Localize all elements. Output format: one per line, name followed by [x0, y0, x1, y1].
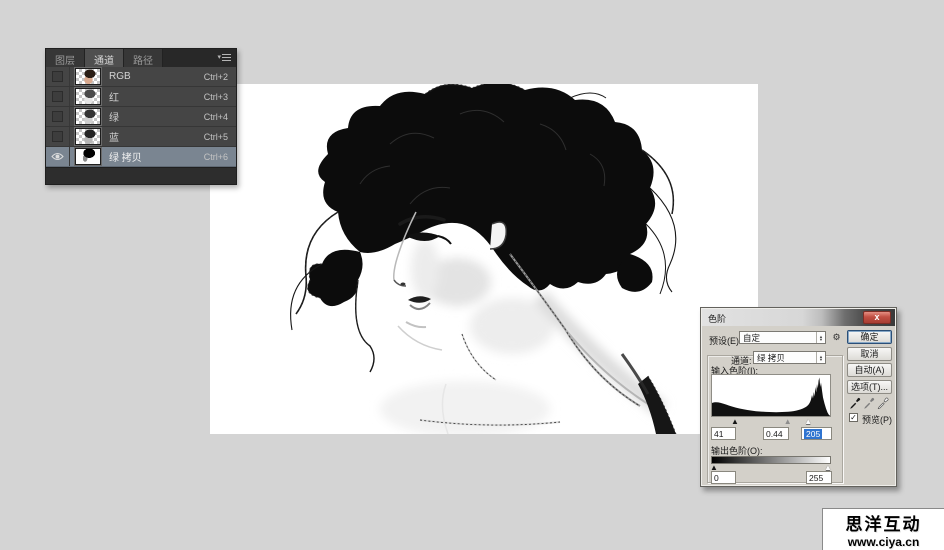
channel-label: 红 [109, 89, 119, 104]
tab-channels[interactable]: 通道 [85, 49, 124, 67]
channel-label: 绿 拷贝 [109, 149, 142, 164]
auto-button[interactable]: 自动(A) [847, 363, 892, 377]
black-point-eyedropper-icon[interactable] [849, 397, 861, 409]
dialog-title-bar[interactable]: 色阶 x [702, 309, 895, 326]
channel-shortcut: Ctrl+4 [204, 112, 228, 122]
panel-menu-icon[interactable]: ▾ [217, 53, 231, 61]
watermark-url: www.ciya.cn [848, 535, 920, 549]
levels-histogram[interactable] [711, 374, 831, 417]
input-slider-track: ▲ ▲ ▲ [711, 418, 831, 427]
channel-row-blue[interactable]: 蓝 Ctrl+5 [46, 127, 236, 147]
channel-row-rgb[interactable]: RGB Ctrl+2 [46, 67, 236, 87]
input-gamma-slider[interactable]: ▲ [784, 417, 792, 426]
channel-shortcut: Ctrl+2 [204, 72, 228, 82]
channel-label: 蓝 [109, 129, 119, 144]
document-canvas[interactable] [210, 84, 758, 434]
input-white-slider[interactable]: ▲ [804, 417, 812, 426]
channel-label: RGB [109, 71, 131, 82]
histogram-plot [712, 375, 830, 416]
panel-footer [46, 167, 236, 184]
visibility-toggle[interactable] [52, 131, 63, 142]
levels-dialog: 色阶 x 预设(E): 自定 ▲▼ ⚙ 确定 取消 自动(A) 选项(T)...… [700, 307, 897, 487]
visibility-cell[interactable] [46, 87, 70, 106]
close-icon[interactable]: x [863, 311, 891, 324]
dialog-title: 色阶 [708, 312, 726, 325]
channel-row-green[interactable]: 绿 Ctrl+4 [46, 107, 236, 127]
visibility-cell[interactable] [46, 67, 70, 86]
ok-button[interactable]: 确定 [847, 330, 892, 344]
portrait-image [210, 84, 758, 434]
input-black-slider[interactable]: ▲ [731, 417, 739, 426]
channels-panel: 图层 通道 路径 ▾ RGB Ctrl+2 红 Ctrl+3 绿 Ctrl+4 [45, 48, 237, 185]
site-watermark: 思洋互动 www.ciya.cn [822, 508, 944, 550]
eye-icon[interactable] [51, 152, 64, 161]
preset-value: 自定 [740, 332, 816, 344]
channel-shortcut: Ctrl+5 [204, 132, 228, 142]
preset-label: 预设(E): [709, 334, 742, 347]
channel-thumbnail[interactable] [75, 148, 101, 165]
menu-bars-icon [222, 54, 231, 61]
output-gradient-bar [711, 456, 831, 464]
stepper-icon[interactable]: ▲▼ [816, 332, 825, 343]
watermark-title: 思洋互动 [846, 510, 922, 535]
panel-tab-bar: 图层 通道 路径 ▾ [46, 49, 236, 67]
gray-point-eyedropper-icon[interactable] [863, 397, 875, 409]
cancel-button[interactable]: 取消 [847, 347, 892, 361]
output-white-field[interactable]: 255 [806, 471, 832, 484]
white-point-eyedropper-icon[interactable] [877, 397, 889, 409]
input-black-field[interactable]: 41 [711, 427, 736, 440]
preview-label: 预览(P) [862, 413, 892, 426]
visibility-toggle[interactable] [52, 91, 63, 102]
input-gamma-field[interactable]: 0.44 [763, 427, 789, 440]
preset-select[interactable]: 自定 ▲▼ [739, 331, 826, 344]
channel-shortcut: Ctrl+3 [204, 92, 228, 102]
options-button[interactable]: 选项(T)... [847, 380, 892, 394]
visibility-toggle[interactable] [52, 111, 63, 122]
preview-checkbox[interactable]: ✓ [849, 413, 858, 422]
gear-icon[interactable]: ⚙ [829, 331, 844, 344]
visibility-cell[interactable] [46, 107, 70, 126]
photoshop-workspace: 图层 通道 路径 ▾ RGB Ctrl+2 红 Ctrl+3 绿 Ctrl+4 [0, 0, 944, 550]
visibility-cell[interactable] [46, 147, 70, 166]
visibility-toggle[interactable] [52, 71, 63, 82]
channel-shortcut: Ctrl+6 [204, 152, 228, 162]
channel-thumbnail[interactable] [75, 68, 101, 85]
tab-paths[interactable]: 路径 [124, 49, 163, 67]
channel-thumbnail[interactable] [75, 88, 101, 105]
tab-layers[interactable]: 图层 [46, 49, 85, 67]
channel-thumbnail[interactable] [75, 108, 101, 125]
visibility-cell[interactable] [46, 127, 70, 146]
channel-select-value: 绿 拷贝 [754, 352, 816, 364]
selected-text: 205 [804, 429, 822, 439]
channel-row-red[interactable]: 红 Ctrl+3 [46, 87, 236, 107]
output-black-field[interactable]: 0 [711, 471, 736, 484]
input-white-field[interactable]: 205 [801, 427, 832, 440]
stepper-icon[interactable]: ▲▼ [816, 352, 825, 363]
channel-select[interactable]: 绿 拷贝 ▲▼ [753, 351, 826, 364]
channel-thumbnail[interactable] [75, 128, 101, 145]
channel-label: 绿 [109, 109, 119, 124]
chevron-down-icon: ▾ [217, 53, 221, 61]
channel-row-green-copy[interactable]: 绿 拷贝 Ctrl+6 [46, 147, 236, 167]
